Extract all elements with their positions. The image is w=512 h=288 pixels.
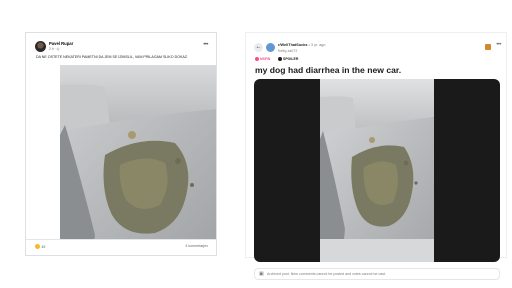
more-horizontal-icon[interactable]: ••• bbox=[203, 42, 208, 48]
subreddit-name[interactable]: r/WellThatSucks bbox=[278, 43, 307, 47]
reddit-post-card: ← r/WellThatSucks • 3 yr. ago Kelby-ss07… bbox=[245, 32, 507, 280]
subreddit-avatar[interactable] bbox=[266, 43, 275, 52]
post-text: DA NE OSTETE NEKATERI PAMETNI DA JEM SE … bbox=[36, 55, 188, 59]
post-photo[interactable] bbox=[60, 65, 216, 255]
post-media[interactable] bbox=[254, 79, 500, 262]
car-seat-photo bbox=[60, 65, 216, 255]
archived-notice: ▣ Archived post. New comments cannot be … bbox=[254, 268, 500, 280]
post-footer: 45 4 komentarjev bbox=[26, 239, 216, 255]
spoiler-tag: SPOILER bbox=[278, 56, 298, 62]
nsfw-tag: NSFW bbox=[255, 56, 270, 62]
subreddit-line: r/WellThatSucks • 3 yr. ago bbox=[278, 43, 326, 47]
spoiler-label: SPOILER bbox=[283, 57, 299, 61]
archive-icon: ▣ bbox=[259, 271, 264, 277]
post-title[interactable]: my dog had diarrhea in the new car. bbox=[255, 65, 401, 75]
facebook-post-card: Pavel Rupar 2 h · ◎ ••• DA NE OSTETE NEK… bbox=[25, 32, 217, 256]
reaction-summary[interactable]: 45 bbox=[35, 244, 45, 250]
author-avatar[interactable] bbox=[35, 41, 46, 52]
post-age: • 3 yr. ago bbox=[308, 43, 326, 47]
post-username[interactable]: Kelby-ss072 bbox=[278, 49, 297, 53]
author-name[interactable]: Pavel Rupar bbox=[49, 41, 73, 46]
share-icon[interactable] bbox=[485, 44, 491, 50]
back-arrow-icon[interactable]: ← bbox=[254, 43, 263, 52]
reaction-count: 45 bbox=[41, 245, 46, 249]
nsfw-dot-icon bbox=[255, 57, 259, 62]
archived-notice-text: Archived post. New comments cannot be po… bbox=[267, 272, 387, 276]
post-header: Pavel Rupar 2 h · ◎ ••• bbox=[35, 41, 210, 55]
car-seat-photo bbox=[320, 79, 434, 262]
comments-link[interactable]: 4 komentarjev bbox=[185, 244, 208, 248]
spoiler-dot-icon bbox=[278, 57, 282, 62]
more-horizontal-icon[interactable]: ••• bbox=[496, 42, 501, 48]
reaction-emoji-icon bbox=[35, 244, 40, 250]
nsfw-label: NSFW bbox=[260, 57, 271, 61]
post-timestamp[interactable]: 2 h · ◎ bbox=[49, 47, 59, 51]
